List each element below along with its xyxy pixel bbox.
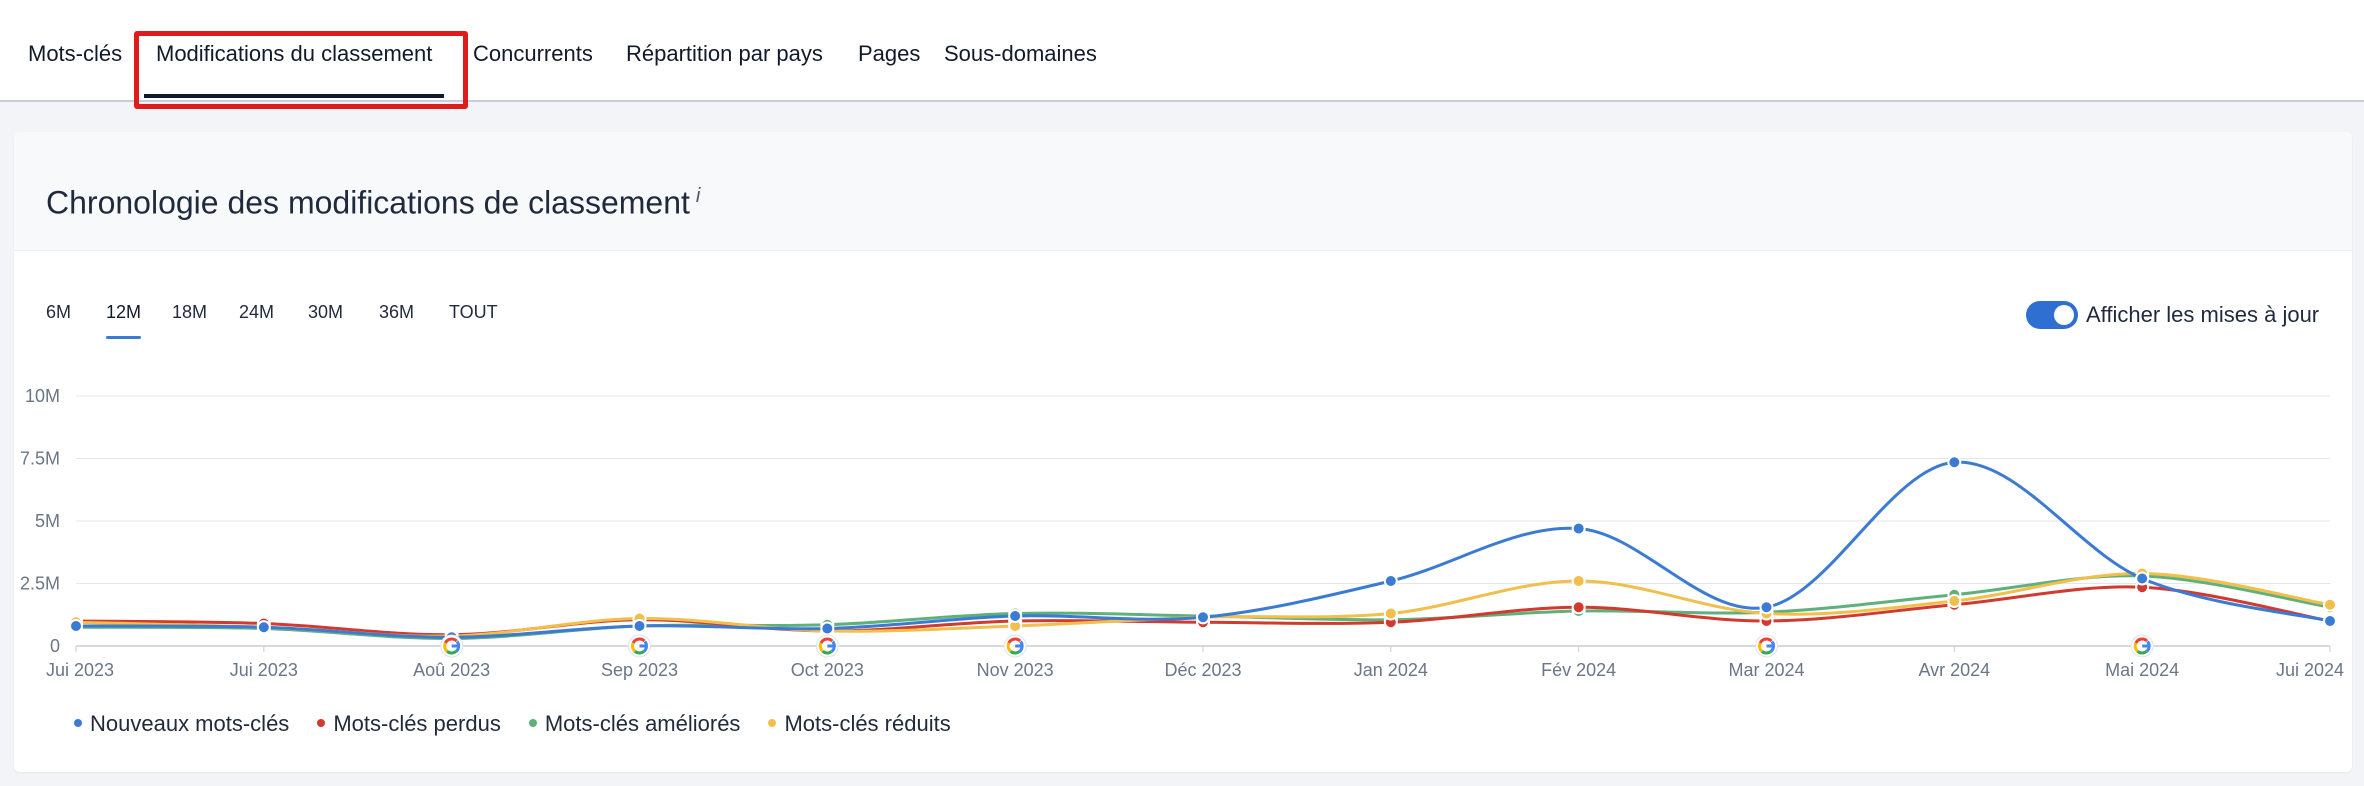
x-tick-label: Jui 2023 [230,660,298,680]
data-point-nouveaux-mots-cles [1759,600,1774,615]
legend-dot [74,719,82,728]
google-update-icon [628,634,651,658]
legend-dot [528,719,537,728]
google-update-icon [815,634,839,658]
timeline-card: Chronologie des modifications de classem… [14,132,2352,772]
tab-repartition-par-pays[interactable]: Répartition par pays [626,40,823,68]
legend-label: Mots-clés améliorés [544,711,741,736]
y-tick-label: 0 [50,636,60,656]
google-update-icon [2130,634,2154,658]
legend-item[interactable]: Mots-clés perdus [317,710,501,738]
x-tick-label: Nov 2023 [977,660,1054,680]
data-point-nouveaux-mots-cles [1947,455,1962,470]
x-tick-label: Déc 2023 [1164,660,1241,680]
y-tick-label: 10M [25,386,60,406]
google-update-icon [440,634,464,658]
x-tick-label: Mai 2024 [2105,660,2179,680]
x-tick-label: Aoû 2023 [413,660,490,680]
y-tick-label: 5M [35,511,60,531]
ranking-changes-chart: 10M 7.5M 5M 2.5M 0 Jui 2023 Jui 2023 Aoû 2023 Se… [20,386,2344,680]
data-point-mots-cles-reduits [1383,606,1398,621]
legend-label: Mots-clés perdus [333,711,501,736]
tab-concurrents[interactable]: Concurrents [473,40,593,68]
data-point-nouveaux-mots-cles [2323,614,2337,628]
legend-item[interactable]: Mots-clés réduits [768,710,951,738]
legend-label: Nouveaux mots-clés [90,711,290,736]
y-tick-label: 2.5M [20,574,60,594]
data-point-nouveaux-mots-cles [256,620,271,635]
legend-dot [317,719,326,728]
data-point-nouveaux-mots-cles [1196,610,1210,625]
legend-item[interactable]: Nouveaux mots-clés [74,710,289,738]
x-tick-label: Mar 2024 [1728,660,1804,680]
tab-mots-cles[interactable]: Mots-clés [28,40,122,68]
data-point-nouveaux-mots-cles [632,619,647,633]
data-point-mots-cles-perdus [1571,600,1586,615]
chart-legend: Nouveaux mots-clés Mots-clés perdus Mots-c… [74,710,979,738]
data-point-nouveaux-mots-cles [1383,574,1398,588]
tab-pages[interactable]: Pages [858,40,920,68]
legend-dot [768,719,777,728]
data-point-nouveaux-mots-cles [69,619,83,633]
google-update-icon [1755,634,1778,658]
x-tick-label: Jui 2024 [2276,660,2344,680]
legend-item[interactable]: Mots-clés améliorés [528,710,741,738]
x-tick-label: Fév 2024 [1541,660,1616,680]
data-point-nouveaux-mots-cles [2135,571,2150,586]
x-tick-label: Jui 2023 [46,660,114,680]
x-tick-label: Avr 2024 [1918,660,1990,680]
x-tick-label: Oct 2023 [791,660,864,680]
data-point-mots-cles-reduits [1947,594,1962,608]
tab-sous-domaines[interactable]: Sous-domaines [944,40,1097,68]
x-tick-label: Sep 2023 [601,660,678,680]
google-update-icon [1003,634,1027,658]
active-tab-highlight-box [134,31,468,109]
data-point-mots-cles-reduits [1571,574,1586,588]
data-point-nouveaux-mots-cles [1008,609,1023,623]
data-point-nouveaux-mots-cles [1571,521,1586,536]
data-point-mots-cles-reduits [2323,597,2337,612]
legend-label: Mots-clés réduits [784,711,951,736]
x-tick-label: Jan 2024 [1354,660,1428,680]
data-point-nouveaux-mots-cles [820,621,835,636]
y-tick-label: 7.5M [20,449,60,469]
